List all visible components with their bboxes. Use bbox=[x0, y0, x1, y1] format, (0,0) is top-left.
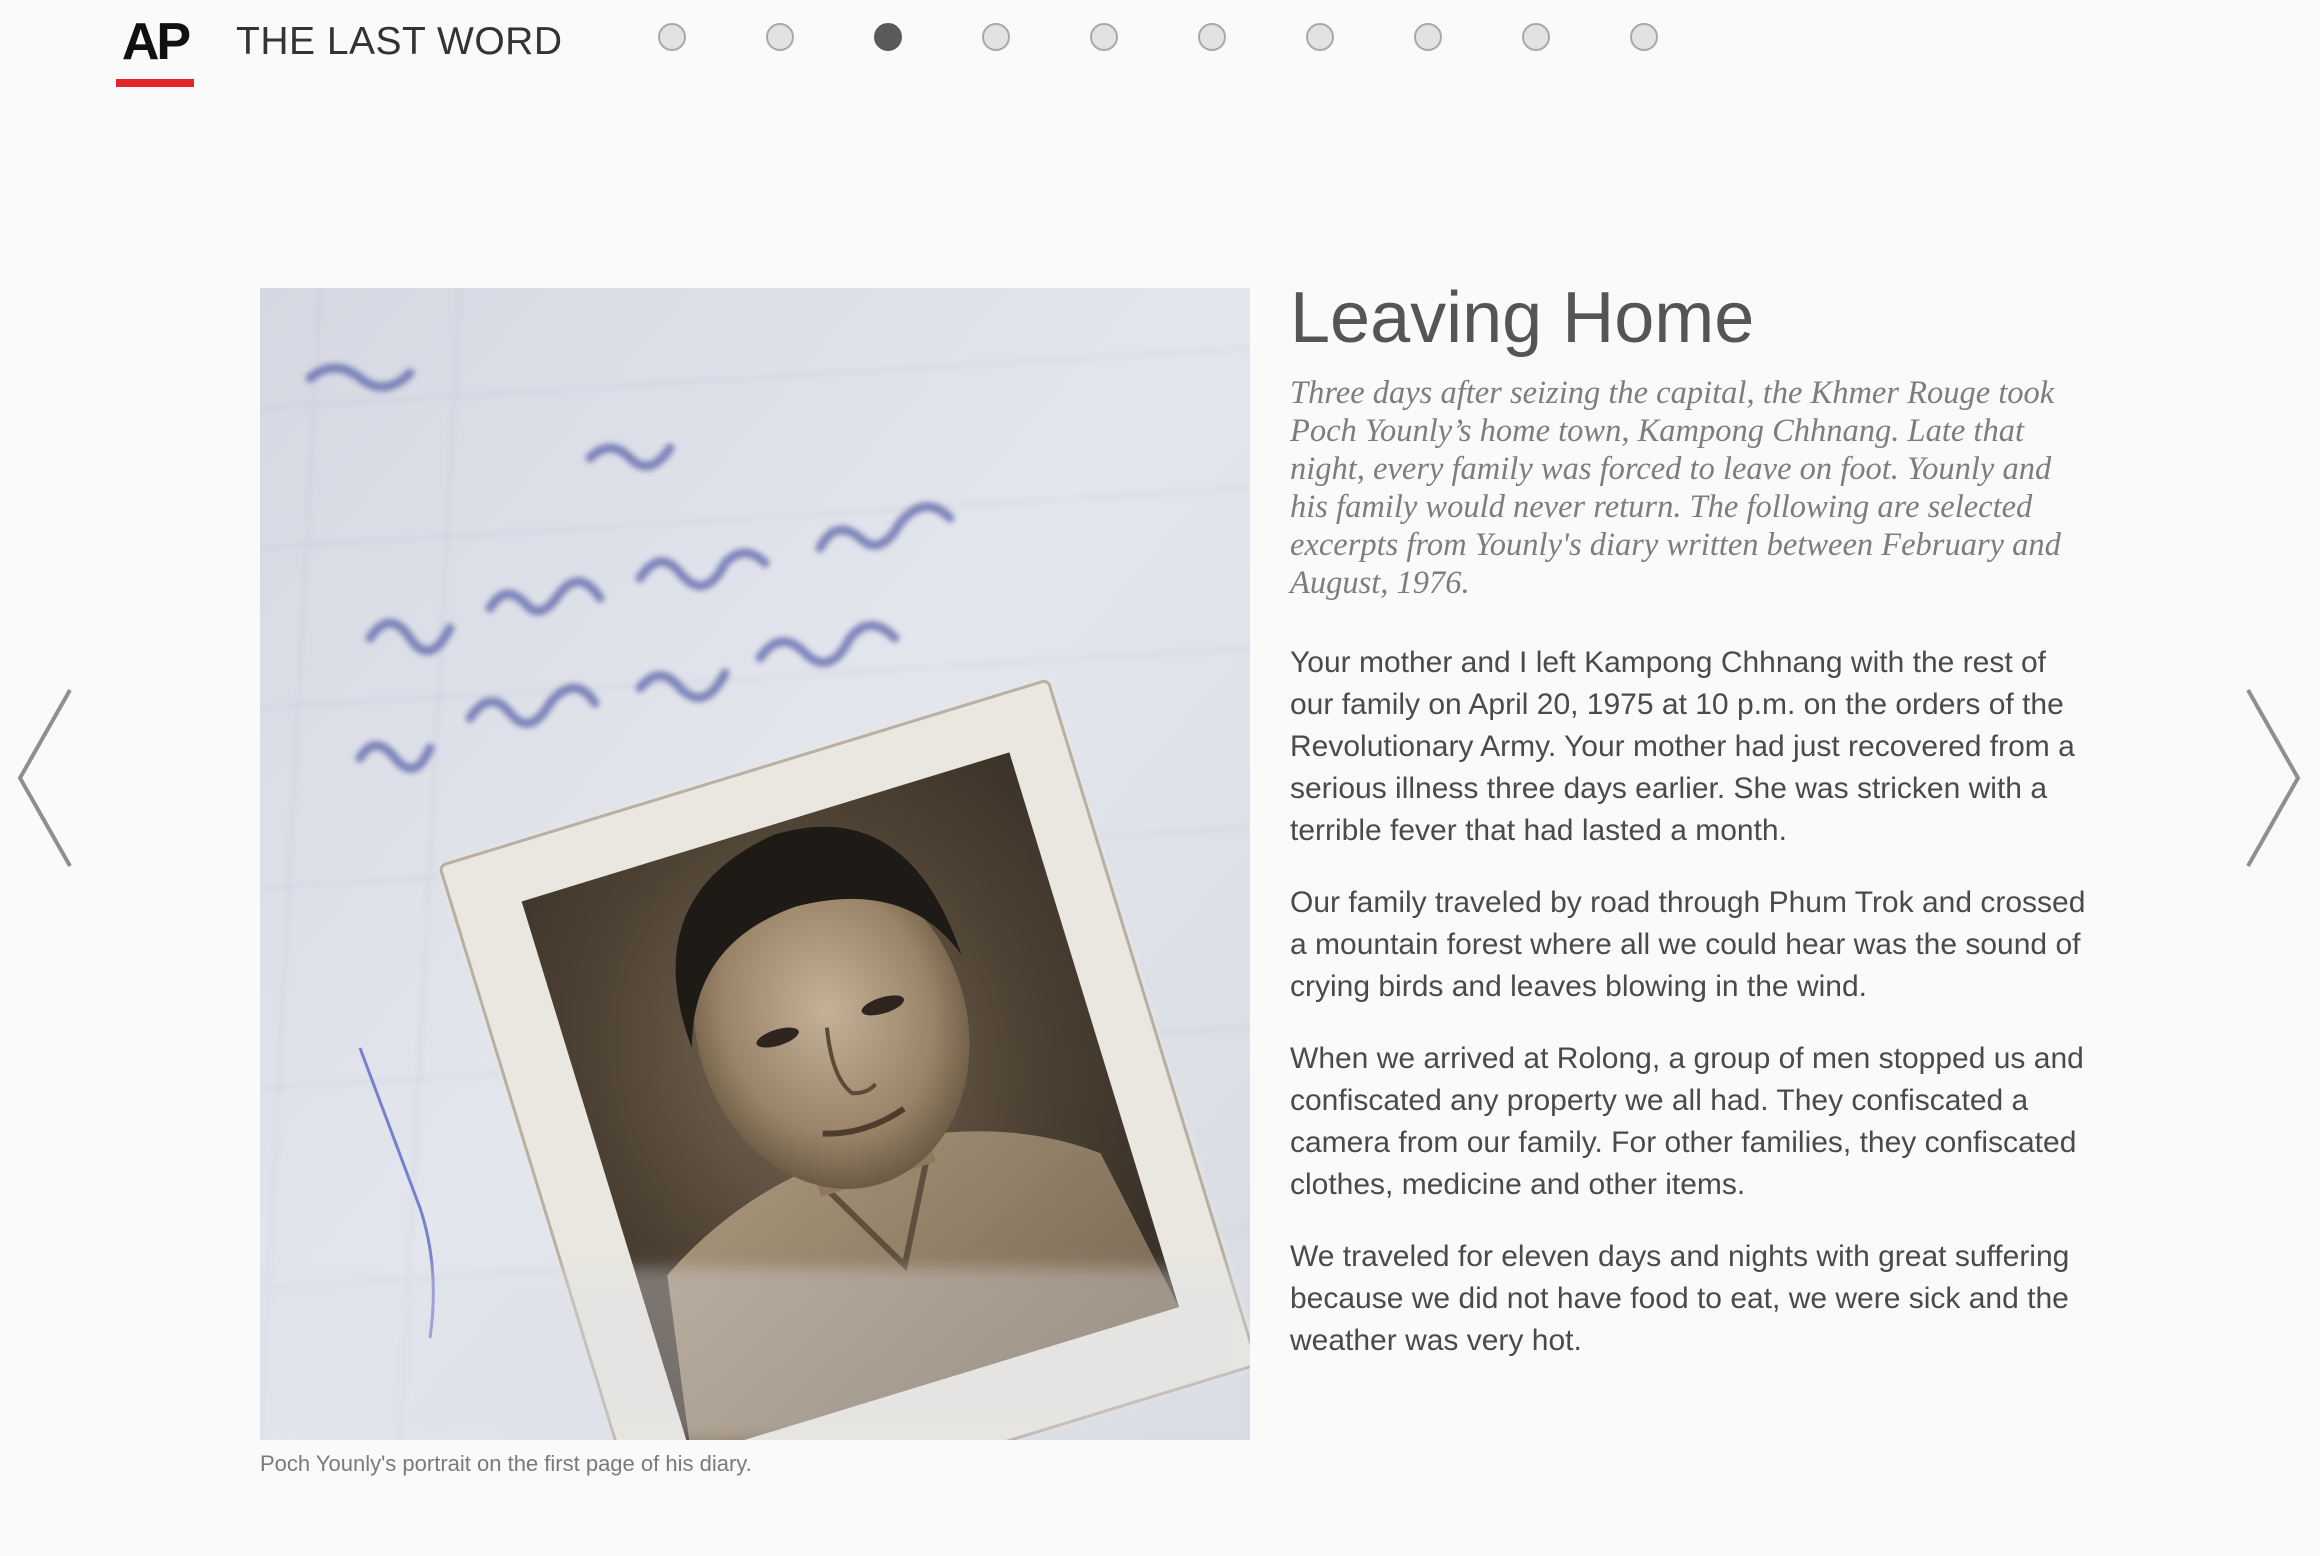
article-title: Leaving Home bbox=[1290, 278, 1755, 358]
ap-logo[interactable]: AP bbox=[116, 16, 194, 90]
ap-logo-underline bbox=[116, 79, 194, 87]
chevron-right-icon bbox=[2246, 689, 2301, 867]
pager-dot-2[interactable] bbox=[766, 23, 794, 51]
pager-dot-6[interactable] bbox=[1198, 23, 1226, 51]
chevron-left-icon bbox=[17, 689, 72, 867]
slide-pager bbox=[658, 23, 1658, 51]
diary-portrait-photo bbox=[260, 288, 1250, 1440]
article-intro: Three days after seizing the capital, th… bbox=[1290, 375, 2061, 601]
pager-dot-1[interactable] bbox=[658, 23, 686, 51]
pager-dot-7[interactable] bbox=[1306, 23, 1334, 51]
pager-dot-8[interactable] bbox=[1414, 23, 1442, 51]
article-paragraph: Our family traveled by road through Phum… bbox=[1290, 886, 2086, 1003]
pager-dot-5[interactable] bbox=[1090, 23, 1118, 51]
ap-logo-text: AP bbox=[121, 13, 191, 71]
pager-dot-3[interactable] bbox=[874, 23, 902, 51]
article: Leaving Home Three days after seizing th… bbox=[1290, 276, 2090, 1392]
next-slide-button[interactable] bbox=[2244, 686, 2304, 870]
photo-caption: Poch Younly's portrait on the first page… bbox=[260, 1451, 752, 1476]
pager-dot-9[interactable] bbox=[1522, 23, 1550, 51]
pager-dot-4[interactable] bbox=[982, 23, 1010, 51]
previous-slide-button[interactable] bbox=[14, 686, 74, 870]
pager-dot-10[interactable] bbox=[1630, 23, 1658, 51]
article-paragraph: We traveled for eleven days and nights w… bbox=[1290, 1240, 2070, 1357]
article-paragraph: Your mother and I left Kampong Chhnang w… bbox=[1290, 646, 2075, 847]
site-title[interactable]: THE LAST WORD bbox=[236, 18, 562, 66]
article-paragraph: When we arrived at Rolong, a group of me… bbox=[1290, 1042, 2084, 1201]
